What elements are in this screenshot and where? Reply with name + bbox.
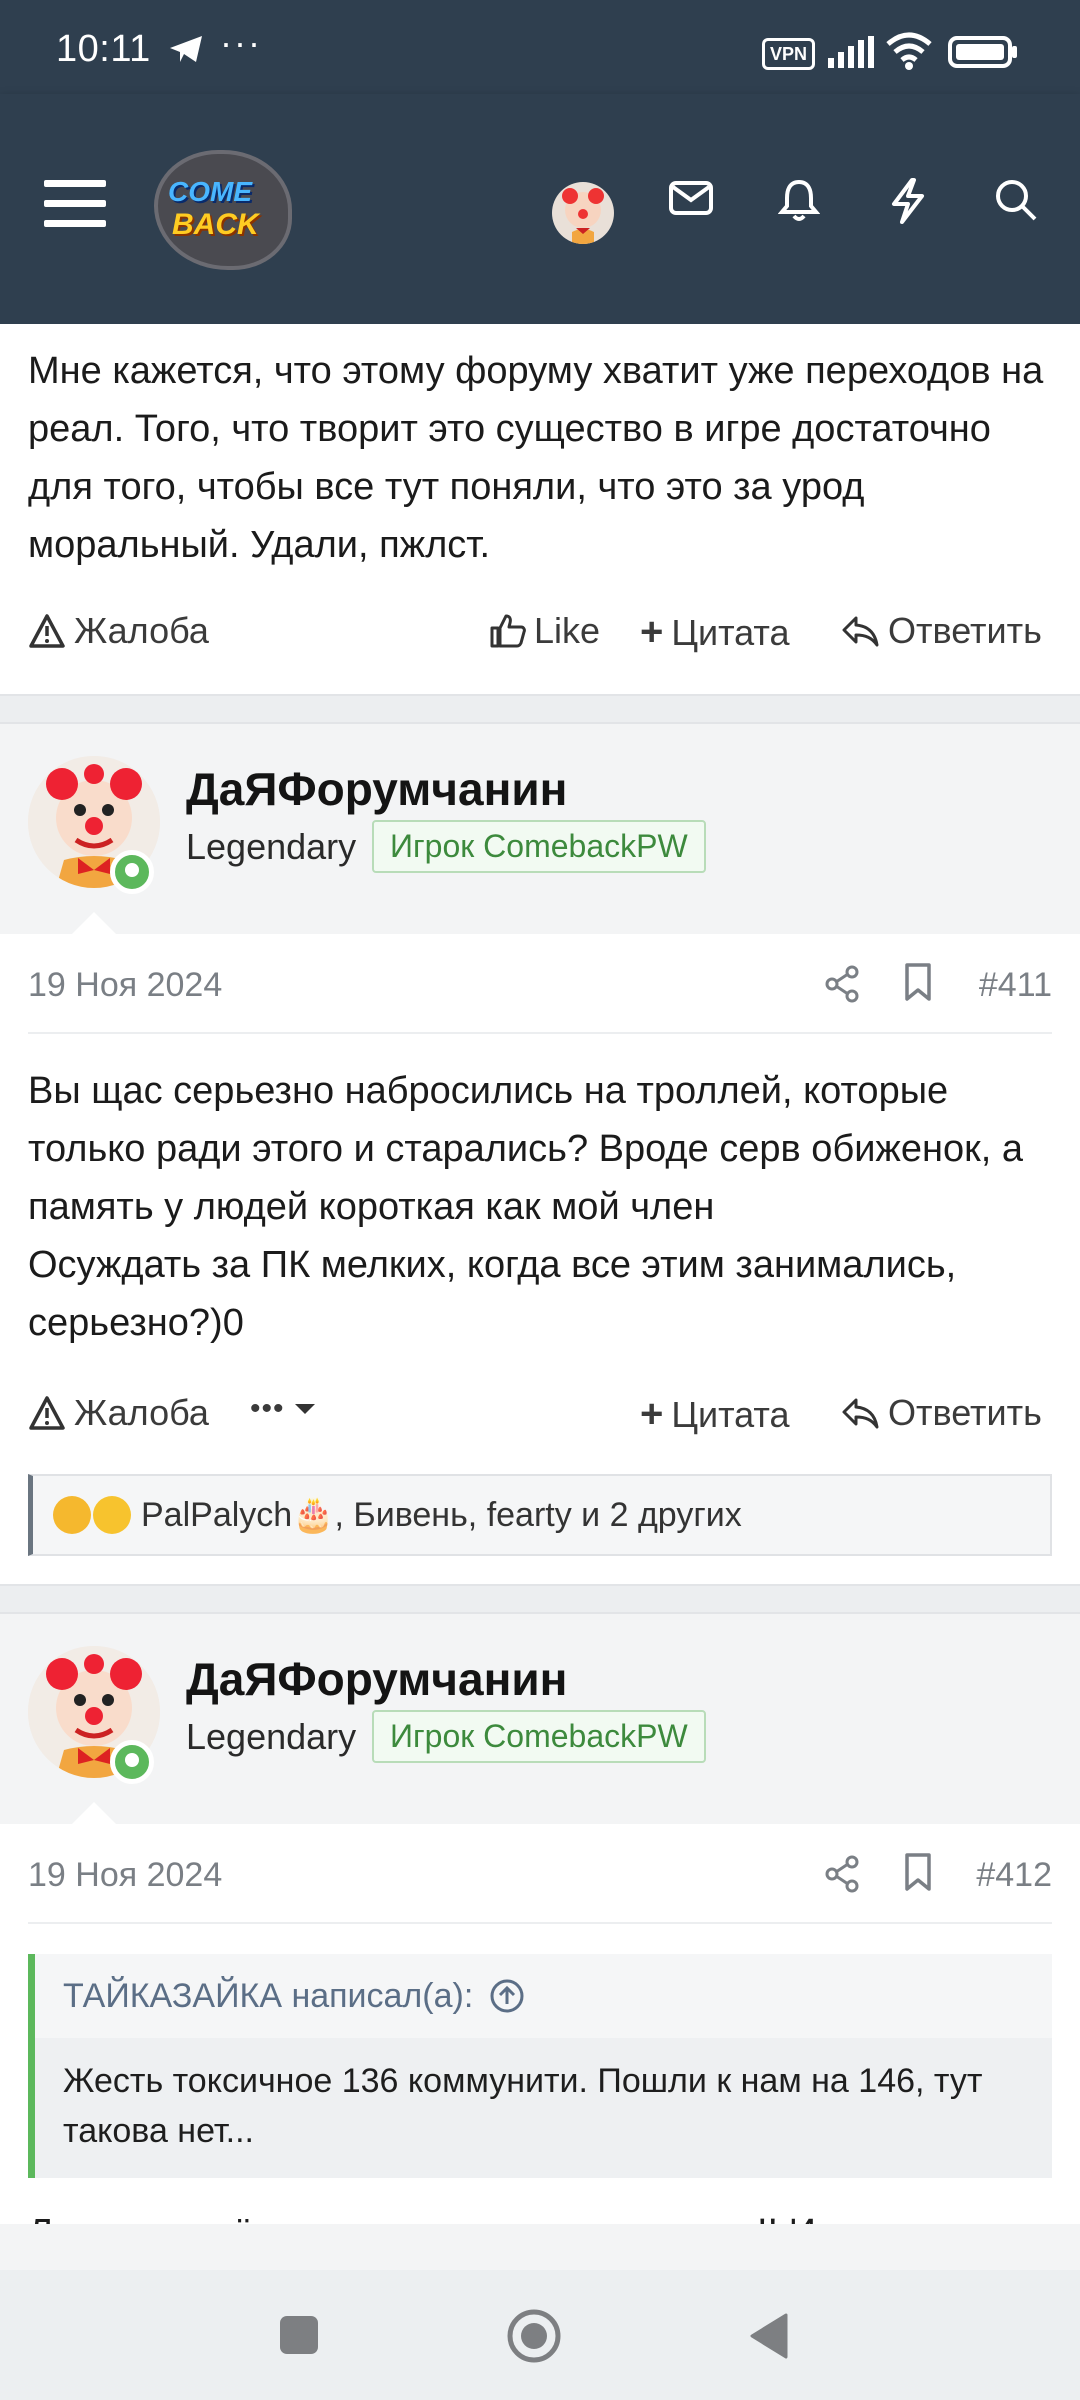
home-icon[interactable] [506, 2308, 562, 2364]
site-logo[interactable]: COME BACK [150, 140, 296, 272]
more-notifications-icon: ··· [220, 22, 262, 63]
post-meta: 19 Ноя 2024 #411 [28, 934, 1052, 1034]
post-body: Вы щас серьезно набросились на троллей, … [28, 1070, 1023, 1228]
reply-icon [842, 1398, 879, 1429]
bell-icon[interactable] [778, 178, 820, 222]
post-separator [0, 694, 1080, 724]
share-icon[interactable] [824, 964, 860, 1004]
username[interactable]: ДаЯФорумчанин [186, 1652, 567, 1706]
reply-button[interactable]: Ответить [840, 1392, 1042, 1434]
quote-block: ТАЙКАЗАЙКА написал(а): Жесть токсичное 1… [28, 1954, 1052, 2178]
lightning-icon[interactable] [890, 178, 926, 224]
post-411: 19 Ноя 2024 #411 Вы щас серьезно наброси… [0, 934, 1080, 1584]
post-body-line2: Осуждать за ПК мелких, когда все этим за… [28, 1244, 957, 1344]
user-badge: Игрок ComebackPW [372, 1710, 706, 1763]
thread-content: Мне кажется, что этому форуму хватит уже… [0, 324, 1080, 2224]
post-date[interactable]: 19 Ноя 2024 [28, 966, 222, 1005]
plus-icon: + [640, 1392, 664, 1436]
post-date[interactable]: 19 Ноя 2024 [28, 1856, 222, 1895]
post-meta: 19 Ноя 2024 #412 [28, 1824, 1052, 1924]
like-button[interactable]: Like [488, 610, 600, 652]
thumbs-up-icon [490, 614, 526, 648]
telegram-icon [170, 36, 202, 62]
warning-icon [29, 614, 65, 648]
header-avatar[interactable] [552, 182, 614, 244]
post-body: Мне кажется, что этому форуму хватит уже… [28, 350, 1044, 566]
post-actions: Жалоба ••• + Цитата Ответить [0, 1374, 1080, 1474]
post-412-author: ДаЯФорумчанин Legendary Игрок ComebackPW [0, 1614, 1080, 1824]
thumbs-up-reaction-icon [53, 1496, 91, 1534]
app-header: COME BACK [0, 94, 1080, 324]
post-separator [0, 1584, 1080, 1614]
post-number[interactable]: #412 [976, 1856, 1052, 1895]
user-badge: Игрок ComebackPW [372, 820, 706, 873]
status-time: 10:11 [56, 28, 151, 70]
more-actions-button[interactable]: ••• [250, 1392, 317, 1426]
user-rank: Legendary [186, 826, 357, 867]
quote-button[interactable]: + Цитата [640, 1392, 790, 1437]
recents-icon[interactable] [278, 2314, 320, 2356]
username[interactable]: ДаЯФорумчанин [186, 762, 567, 816]
report-button[interactable]: Жалоба [28, 1392, 209, 1434]
quote-author[interactable]: ТАЙКАЗАЙКА написал(а): [63, 1977, 473, 2016]
user-rank: Legendary [186, 1716, 357, 1757]
bookmark-icon[interactable] [902, 1852, 934, 1892]
reactions-bar[interactable]: PalPalych🎂, Бивень, fearty и 2 других [28, 1474, 1052, 1556]
plus-icon: + [640, 610, 664, 654]
online-indicator [110, 850, 154, 894]
menu-icon[interactable] [44, 180, 106, 234]
arrow-up-circle-icon[interactable] [489, 1978, 525, 2014]
bookmark-icon[interactable] [902, 962, 934, 1002]
signal-icon [828, 36, 874, 68]
share-icon[interactable] [824, 1854, 860, 1894]
quote-button[interactable]: + Цитата [640, 610, 790, 655]
post-number[interactable]: #411 [979, 966, 1052, 1005]
post-411-author: ДаЯФорумчанин Legendary Игрок ComebackPW [0, 724, 1080, 934]
system-nav-bar [0, 2270, 1080, 2400]
author-pointer [72, 1802, 116, 1824]
wifi-icon [886, 32, 932, 70]
vpn-icon: VPN [762, 38, 816, 70]
quote-header[interactable]: ТАЙКАЗАЙКА написал(а): [35, 1954, 1052, 2038]
reply-button[interactable]: Ответить [840, 610, 1042, 652]
caret-down-icon [294, 1404, 315, 1414]
heart-eyes-reaction-icon [93, 1496, 131, 1534]
battery-icon [948, 36, 1017, 68]
mail-icon[interactable] [668, 178, 714, 218]
reactions-text: PalPalych🎂, Бивень, fearty и 2 других [141, 1496, 742, 1534]
back-icon[interactable] [748, 2312, 790, 2360]
reply-icon [842, 616, 879, 647]
warning-icon [29, 1396, 65, 1430]
status-bar: 10:11 ··· VPN [0, 0, 1080, 94]
online-indicator [110, 1740, 154, 1784]
report-button[interactable]: Жалоба [28, 610, 209, 652]
quote-body: Жесть токсичное 136 коммунити. Пошли к н… [35, 2038, 1052, 2178]
post-actions: Жалоба Like + Цитата Ответить [0, 592, 1080, 694]
search-icon[interactable] [994, 178, 1038, 222]
author-pointer [72, 912, 116, 934]
post-body: Ложь враньё и провокация, ето везде так!… [0, 2204, 1080, 2224]
post-412: 19 Ноя 2024 #412 ТАЙКАЗАЙКА написал(а): … [0, 1824, 1080, 2224]
post-top: Мне кажется, что этому форуму хватит уже… [0, 324, 1080, 694]
